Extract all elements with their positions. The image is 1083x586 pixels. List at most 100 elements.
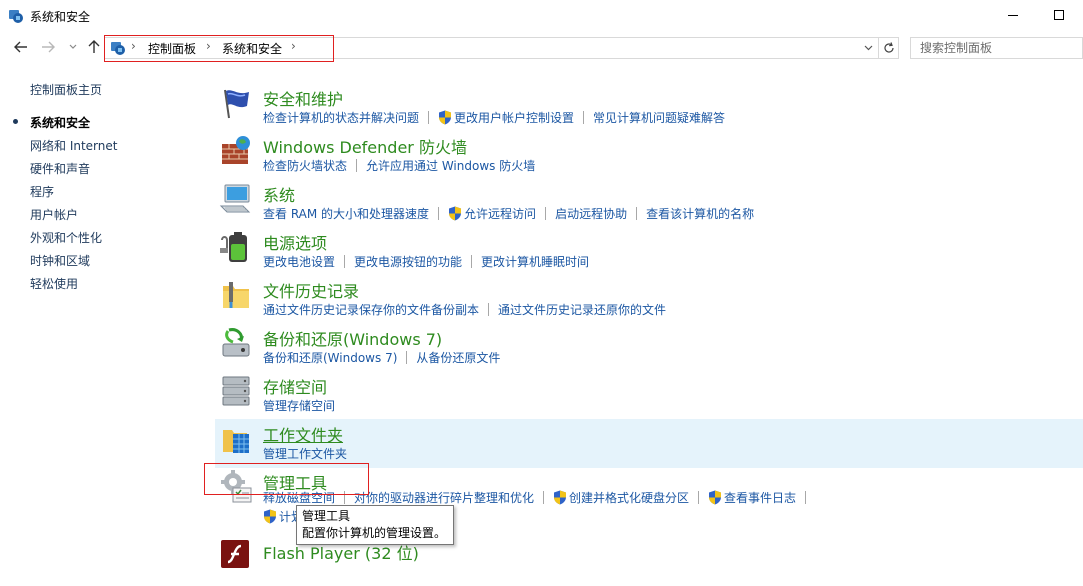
sidebar-item-user-accounts[interactable]: 用户帐户: [30, 206, 78, 223]
minimize-button[interactable]: [990, 0, 1036, 30]
breadcrumb-separator-icon[interactable]: ›: [291, 39, 296, 53]
link-allow-remote[interactable]: 允许远程访问: [464, 205, 536, 222]
breadcrumb-control-panel[interactable]: 控制面板: [148, 40, 196, 57]
link-separator: [356, 159, 358, 172]
link-manage-work-folders[interactable]: 管理工作文件夹: [263, 445, 347, 462]
forward-arrow-icon: [42, 41, 55, 53]
uac-shield-icon: [439, 110, 452, 125]
category-backup-restore: 备份和还原(Windows 7) 备份和还原(Windows 7) 从备份还原文件: [215, 326, 1083, 370]
category-flash-player: Flash Player (32 位): [215, 540, 1083, 580]
link-troubleshoot[interactable]: 常见计算机问题疑难解答: [593, 109, 725, 126]
link-firewall-status[interactable]: 检查防火墙状态: [263, 157, 347, 174]
sidebar-item-clock-region[interactable]: 时钟和区域: [30, 252, 90, 269]
category-title[interactable]: 存储空间: [263, 374, 327, 398]
link-remote-assistance[interactable]: 启动远程协助: [555, 205, 627, 222]
link-defragment[interactable]: 对你的驱动器进行碎片整理和优化: [354, 489, 534, 506]
link-check-status[interactable]: 检查计算机的状态并解决问题: [263, 109, 419, 126]
sidebar-item-appearance[interactable]: 外观和个性化: [30, 229, 102, 246]
window-title: 系统和安全: [30, 10, 91, 24]
link-view-ram[interactable]: 查看 RAM 的大小和处理器速度: [263, 205, 429, 222]
up-arrow-icon: [88, 40, 100, 53]
category-title[interactable]: Windows Defender 防火墙: [263, 134, 467, 158]
link-manage-storage[interactable]: 管理存储空间: [263, 397, 335, 414]
category-title[interactable]: 工作文件夹: [263, 422, 343, 446]
sidebar-item-network[interactable]: 网络和 Internet: [30, 137, 117, 154]
flag-icon: [224, 89, 249, 119]
link-battery-settings[interactable]: 更改电池设置: [263, 253, 335, 270]
link-separator: [428, 111, 430, 124]
link-separator: [438, 207, 440, 220]
link-separator: [344, 491, 346, 504]
link-computer-name[interactable]: 查看该计算机的名称: [646, 205, 754, 222]
current-item-bullet-icon: [13, 119, 18, 124]
up-button[interactable]: [85, 38, 103, 56]
category-title[interactable]: 电源选项: [263, 230, 327, 254]
address-dropdown-button[interactable]: [861, 39, 875, 57]
link-separator: [583, 111, 585, 124]
uac-shield-icon: [449, 206, 462, 221]
refresh-button[interactable]: [879, 37, 899, 59]
control-panel-icon: [9, 10, 23, 23]
category-system: 系统 查看 RAM 的大小和处理器速度 允许远程访问 启动远程协助 查看该计算机的名称: [215, 182, 1083, 226]
forward-button[interactable]: [39, 38, 57, 56]
control-panel-icon: [111, 42, 125, 55]
backup-icon: [222, 328, 250, 357]
admin-tools-icon: [221, 470, 252, 503]
link-sleep-time[interactable]: 更改计算机睡眠时间: [481, 253, 589, 270]
category-title[interactable]: 安全和维护: [263, 86, 343, 110]
link-allow-app[interactable]: 允许应用通过 Windows 防火墙: [366, 157, 535, 174]
link-separator: [471, 255, 473, 268]
address-bar[interactable]: › 控制面板 › 系统和安全 ›: [104, 37, 879, 59]
sidebar-item-hardware-sound[interactable]: 硬件和声音: [30, 160, 90, 177]
computer-icon: [219, 184, 251, 213]
breadcrumb-system-security[interactable]: 系统和安全: [222, 40, 282, 57]
link-separator: [406, 351, 408, 364]
refresh-icon: [883, 42, 894, 53]
flash-player-icon: [221, 540, 249, 568]
chevron-down-icon: [864, 45, 872, 51]
sidebar-item-ease-of-access[interactable]: 轻松使用: [30, 275, 78, 292]
uac-shield-icon: [264, 509, 276, 524]
link-restore-from-backup[interactable]: 从备份还原文件: [416, 349, 500, 366]
sidebar-item-programs[interactable]: 程序: [30, 183, 54, 200]
category-power-options: 电源选项 更改电池设置 更改电源按钮的功能 更改计算机睡眠时间: [215, 230, 1083, 274]
link-separator: [545, 207, 547, 220]
category-title[interactable]: 备份和还原(Windows 7): [263, 326, 442, 350]
breadcrumb-separator-icon[interactable]: ›: [206, 39, 211, 53]
link-free-disk-space[interactable]: 释放磁盘空间: [263, 489, 335, 506]
search-input[interactable]: [911, 38, 1082, 58]
storage-icon: [222, 376, 250, 406]
link-separator: [543, 491, 545, 504]
tooltip-title: 管理工具: [302, 509, 351, 523]
category-security-maintenance: 安全和维护 检查计算机的状态并解决问题 更改用户帐户控制设置 常见计算机问题疑难解答: [215, 86, 1083, 130]
category-title[interactable]: 系统: [263, 182, 295, 206]
search-box[interactable]: [910, 37, 1083, 59]
link-separator: [698, 491, 700, 504]
link-power-button[interactable]: 更改电源按钮的功能: [354, 253, 462, 270]
sidebar-item-system-security: 系统和安全: [30, 116, 91, 130]
file-history-icon: [223, 282, 249, 308]
link-save-backup[interactable]: 通过文件历史记录保存你的文件备份副本: [263, 301, 479, 318]
breadcrumb-separator-icon[interactable]: ›: [131, 39, 136, 53]
tooltip: 管理工具 配置你计算机的管理设置。: [296, 505, 454, 545]
link-uac-settings[interactable]: 更改用户帐户控制设置: [454, 109, 574, 126]
battery-icon: [220, 232, 247, 262]
back-arrow-icon: [14, 41, 27, 53]
chevron-down-icon: [69, 44, 77, 49]
category-firewall: Windows Defender 防火墙 检查防火墙状态 允许应用通过 Windo…: [215, 134, 1083, 178]
link-backup-restore[interactable]: 备份和还原(Windows 7): [263, 349, 397, 366]
sidebar-item-home[interactable]: 控制面板主页: [30, 81, 102, 98]
link-restore-files[interactable]: 通过文件历史记录还原你的文件: [498, 301, 666, 318]
maximize-icon: [1054, 10, 1064, 20]
category-title[interactable]: 文件历史记录: [263, 278, 359, 302]
title-bar: 系统和安全: [0, 0, 1083, 32]
link-separator: [344, 255, 346, 268]
maximize-button[interactable]: [1036, 0, 1082, 30]
firewall-icon: [222, 136, 250, 164]
back-button[interactable]: [12, 38, 30, 56]
link-separator: [636, 207, 638, 220]
category-storage-spaces: 存储空间 管理存储空间: [215, 374, 1083, 418]
recent-locations-button[interactable]: [64, 38, 82, 56]
link-create-partition[interactable]: 创建并格式化硬盘分区: [569, 489, 689, 506]
link-event-logs[interactable]: 查看事件日志: [724, 489, 796, 506]
